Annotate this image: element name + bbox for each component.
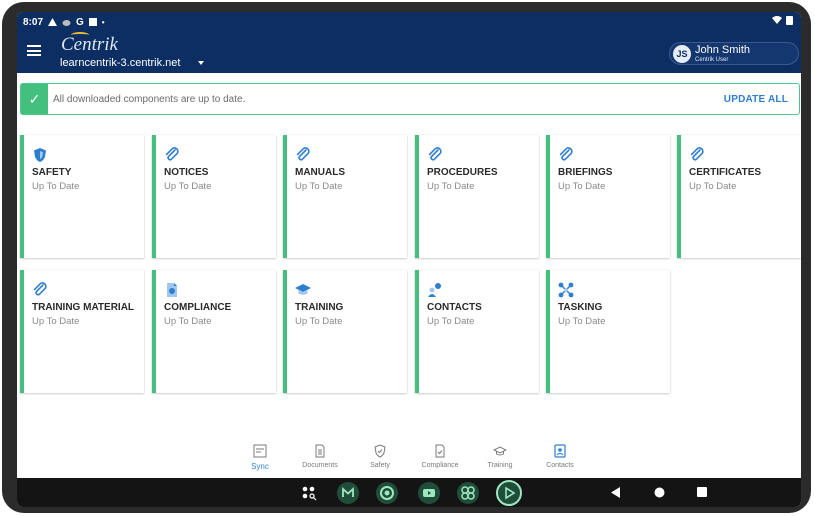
tile-notices[interactable]: NOTICES Up To Date [152,135,276,258]
tile-status: Up To Date [558,316,606,327]
tile-title: MANUALS [295,167,345,178]
play-icon[interactable] [496,480,522,506]
nav-label: Contacts [546,462,574,469]
site-name: learncentrik-3.centrik.net [60,57,181,69]
menu-icon[interactable] [27,45,41,56]
gmail-icon[interactable] [337,482,359,504]
graduation-cap-outline-icon [493,446,507,456]
tile-contacts[interactable]: CONTACTS Up To Date [415,270,539,393]
dot-icon: • [101,17,105,27]
tile-title: CERTIFICATES [689,167,762,178]
shield-outline-icon [374,444,386,458]
network-icon [558,282,574,298]
paperclip-icon [296,147,310,161]
tile-training[interactable]: TRAINING Up To Date [283,270,407,393]
user-profile-button[interactable]: JS John Smith Centrik User [669,42,799,65]
tile-training-material[interactable]: TRAINING MATERIAL Up To Date [20,270,144,393]
paperclip-icon [33,282,47,296]
tile-status: Up To Date [164,181,212,192]
tile-title: NOTICES [164,167,209,178]
tile-status: Up To Date [558,181,606,192]
tile-title: TASKING [558,302,603,313]
chrome-icon[interactable] [376,482,398,504]
notification-square-icon [88,18,97,26]
paperclip-icon [428,147,442,161]
cloud-icon [62,19,71,26]
tile-title: COMPLIANCE [164,302,232,313]
system-navigation-bar [17,478,801,507]
tile-status: Up To Date [689,181,737,192]
banner-message: All downloaded components are up to date… [53,94,246,105]
compliance-icon [435,444,445,458]
nav-contacts[interactable]: Contacts [525,444,595,469]
update-all-button[interactable]: UPDATE ALL [724,94,788,105]
status-bar: 8:07 G • [23,15,105,29]
tile-title: CONTACTS [427,302,482,313]
avatar: JS [673,45,691,63]
youtube-icon[interactable] [418,482,440,504]
tile-title: TRAINING [295,302,344,313]
centrik-logo: Centrik [61,34,118,55]
tile-tasking[interactable]: TASKING Up To Date [546,270,670,393]
app-drawer-icon[interactable] [301,485,317,501]
tile-title: BRIEFINGS [558,167,613,178]
tile-status: Up To Date [427,316,475,327]
tile-certificates[interactable]: CERTIFICATES Up To Date [677,135,801,258]
tile-status: Up To Date [32,316,80,327]
paperclip-icon [559,147,573,161]
tile-safety[interactable]: SAFETY Up To Date [20,135,144,258]
battery-icon [786,16,793,25]
document-check-icon [167,283,177,297]
tile-briefings[interactable]: BRIEFINGS Up To Date [546,135,670,258]
tile-procedures[interactable]: PROCEDURES Up To Date [415,135,539,258]
tile-title: TRAINING MATERIAL [32,302,135,313]
contacts-book-icon [554,444,566,458]
status-icons [772,15,793,25]
shield-icon [34,148,46,162]
tile-status: Up To Date [164,316,212,327]
tile-compliance[interactable]: COMPLIANCE Up To Date [152,270,276,393]
status-time: 8:07 [23,16,44,28]
recents-icon[interactable] [697,487,707,497]
bottom-nav: Sync Documents Safety Compliance Trainin… [17,442,801,478]
user-role: Centrik User [695,57,729,63]
screen: 8:07 G • Centrik learncentrik-3.centrik.… [17,12,801,507]
chevron-down-icon [198,61,205,65]
contacts-icon [428,283,441,297]
sync-icon [253,444,267,458]
tile-title: PROCEDURES [427,167,498,178]
tile-status: Up To Date [427,181,475,192]
sync-status-banner: ✓ All downloaded components are up to da… [20,83,800,115]
tile-status: Up To Date [295,316,343,327]
paperclip-icon [690,147,704,161]
photos-icon[interactable] [457,482,479,504]
user-name: John Smith [695,44,751,56]
home-icon[interactable] [654,487,665,498]
back-icon[interactable] [611,487,621,498]
tablet-frame: 8:07 G • Centrik learncentrik-3.centrik.… [2,2,811,513]
alert-icon [48,18,58,26]
tile-status: Up To Date [295,181,343,192]
app-header: 8:07 G • Centrik learncentrik-3.centrik.… [17,12,801,73]
tile-title: SAFETY [32,167,72,178]
tile-manuals[interactable]: MANUALS Up To Date [283,135,407,258]
documents-icon [315,444,325,458]
tile-status: Up To Date [32,181,80,192]
site-selector[interactable]: learncentrik-3.centrik.net [60,57,205,69]
check-icon: ✓ [21,84,48,114]
status-indicator: G [76,16,84,28]
wifi-icon [772,16,782,24]
graduation-cap-icon [295,284,311,295]
paperclip-icon [165,147,179,161]
